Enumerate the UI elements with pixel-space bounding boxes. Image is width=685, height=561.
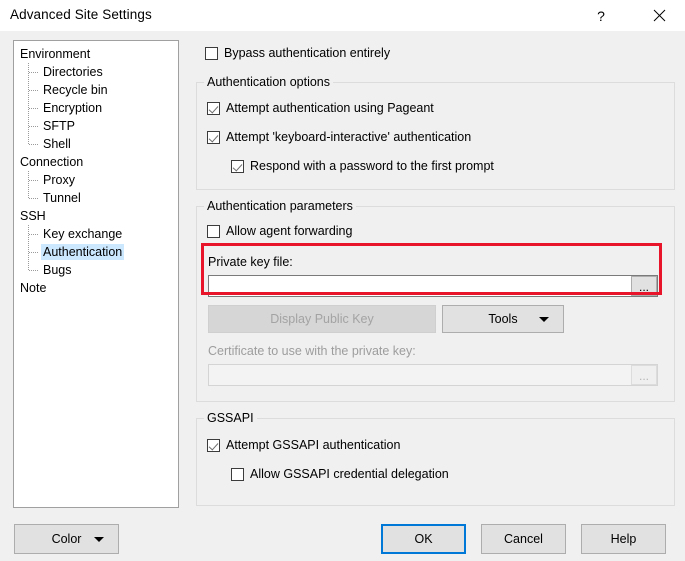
authentication-options-group: Authentication options Attempt authentic… xyxy=(196,75,675,190)
settings-category-tree[interactable]: Environment Directories Recycle bin Encrypt… xyxy=(13,40,179,508)
tree-item-label: SSH xyxy=(20,209,46,223)
authentication-options-caption: Authentication options xyxy=(204,75,334,89)
tree-connector-line xyxy=(28,243,39,261)
respond-password-checkbox[interactable] xyxy=(231,159,244,173)
tree-item-encryption[interactable]: Encryption xyxy=(14,99,178,117)
agent-forwarding-checkbox[interactable] xyxy=(207,224,220,238)
bypass-authentication-checkbox-row[interactable]: Bypass authentication entirely xyxy=(205,46,390,60)
color-button[interactable]: Color xyxy=(14,524,119,554)
tree-connector-line xyxy=(28,135,39,153)
agent-forwarding-label: Allow agent forwarding xyxy=(226,224,353,238)
certificate-browse-button: ... xyxy=(631,365,657,385)
tools-button-label: Tools xyxy=(488,312,518,326)
window-title: Advanced Site Settings xyxy=(10,7,152,22)
gssapi-attempt-checkbox[interactable] xyxy=(207,438,220,452)
private-key-file-field[interactable] xyxy=(208,275,658,297)
color-button-label: Color xyxy=(51,532,82,546)
tree-item-shell[interactable]: Shell xyxy=(14,135,178,153)
gssapi-delegation-checkbox-row[interactable]: Allow GSSAPI credential delegation xyxy=(231,467,449,481)
gssapi-group: GSSAPI Attempt GSSAPI authentication All… xyxy=(196,411,675,506)
private-key-file-label: Private key file: xyxy=(208,255,293,269)
gssapi-caption: GSSAPI xyxy=(204,411,257,425)
tree-item-proxy[interactable]: Proxy xyxy=(14,171,178,189)
display-public-key-button: Display Public Key xyxy=(208,305,436,333)
tree-connector-line xyxy=(28,63,39,81)
gssapi-attempt-checkbox-row[interactable]: Attempt GSSAPI authentication xyxy=(207,438,400,452)
tree-item-note[interactable]: Note xyxy=(14,279,178,297)
tree-connector-line xyxy=(28,189,39,207)
help-button[interactable]: Help xyxy=(581,524,666,554)
respond-password-label: Respond with a password to the first pro… xyxy=(250,159,494,173)
tree-item-environment[interactable]: Environment xyxy=(14,45,178,63)
tree-item-label: Connection xyxy=(20,155,84,169)
gssapi-attempt-label: Attempt GSSAPI authentication xyxy=(226,438,401,452)
tree-connector-line xyxy=(28,99,39,117)
tree-item-label: Environment xyxy=(20,47,91,61)
tree-item-label: Tunnel xyxy=(43,191,81,205)
cancel-button[interactable]: Cancel xyxy=(481,524,566,554)
tree-item-connection[interactable]: Connection xyxy=(14,153,178,171)
private-key-browse-button[interactable]: ... xyxy=(631,276,657,296)
chevron-down-icon xyxy=(539,316,549,322)
tree-item-label: Directories xyxy=(43,65,103,79)
tree-connector-line xyxy=(28,225,39,243)
tree-item-bugs[interactable]: Bugs xyxy=(14,261,178,279)
tree-item-key-exchange[interactable]: Key exchange xyxy=(14,225,178,243)
pageant-checkbox[interactable] xyxy=(207,101,220,115)
bypass-authentication-checkbox[interactable] xyxy=(205,46,218,60)
tree-connector-line xyxy=(28,261,39,279)
agent-forwarding-checkbox-row[interactable]: Allow agent forwarding xyxy=(207,224,352,238)
tree-item-label: Authentication xyxy=(41,244,125,260)
tree-item-ssh[interactable]: SSH xyxy=(14,207,178,225)
pageant-label: Attempt authentication using Pageant xyxy=(226,101,434,115)
tools-button[interactable]: Tools xyxy=(442,305,564,333)
pageant-checkbox-row[interactable]: Attempt authentication using Pageant xyxy=(207,101,434,115)
tree-item-label: Bugs xyxy=(43,263,72,277)
respond-password-checkbox-row[interactable]: Respond with a password to the first pro… xyxy=(231,159,494,173)
tree-connector-line xyxy=(28,117,39,135)
authentication-parameters-caption: Authentication parameters xyxy=(204,199,356,213)
tree-item-tunnel[interactable]: Tunnel xyxy=(14,189,178,207)
tree-item-label: Note xyxy=(20,281,47,295)
tree-item-label: Recycle bin xyxy=(43,83,108,97)
keyboard-interactive-checkbox[interactable] xyxy=(207,130,220,144)
private-key-file-input[interactable] xyxy=(209,276,657,296)
gssapi-delegation-label: Allow GSSAPI credential delegation xyxy=(250,467,449,481)
certificate-input xyxy=(209,365,657,385)
tree-item-authentication[interactable]: Authentication xyxy=(14,243,178,261)
close-icon[interactable] xyxy=(636,0,682,31)
certificate-field xyxy=(208,364,658,386)
authentication-parameters-group: Authentication parameters Allow agent fo… xyxy=(196,199,675,402)
tree-item-directories[interactable]: Directories xyxy=(14,63,178,81)
tree-item-label: Proxy xyxy=(43,173,75,187)
tree-item-label: Key exchange xyxy=(43,227,123,241)
tree-connector-line xyxy=(28,81,39,99)
tree-item-label: Encryption xyxy=(43,101,103,115)
gssapi-delegation-checkbox[interactable] xyxy=(231,467,244,481)
bypass-authentication-label: Bypass authentication entirely xyxy=(224,46,391,60)
keyboard-interactive-label: Attempt 'keyboard-interactive' authentic… xyxy=(226,130,472,144)
tree-item-label: Shell xyxy=(43,137,71,151)
chevron-down-icon xyxy=(94,536,104,542)
tree-item-sftp[interactable]: SFTP xyxy=(14,117,178,135)
tree-item-label: SFTP xyxy=(43,119,75,133)
keyboard-interactive-checkbox-row[interactable]: Attempt 'keyboard-interactive' authentic… xyxy=(207,130,471,144)
titlebar-help-icon[interactable]: ? xyxy=(578,0,624,31)
certificate-label: Certificate to use with the private key: xyxy=(208,344,416,358)
tree-connector-line xyxy=(28,171,39,189)
title-bar: Advanced Site Settings ? xyxy=(0,0,685,32)
tree-item-recycle-bin[interactable]: Recycle bin xyxy=(14,81,178,99)
ok-button[interactable]: OK xyxy=(381,524,466,554)
